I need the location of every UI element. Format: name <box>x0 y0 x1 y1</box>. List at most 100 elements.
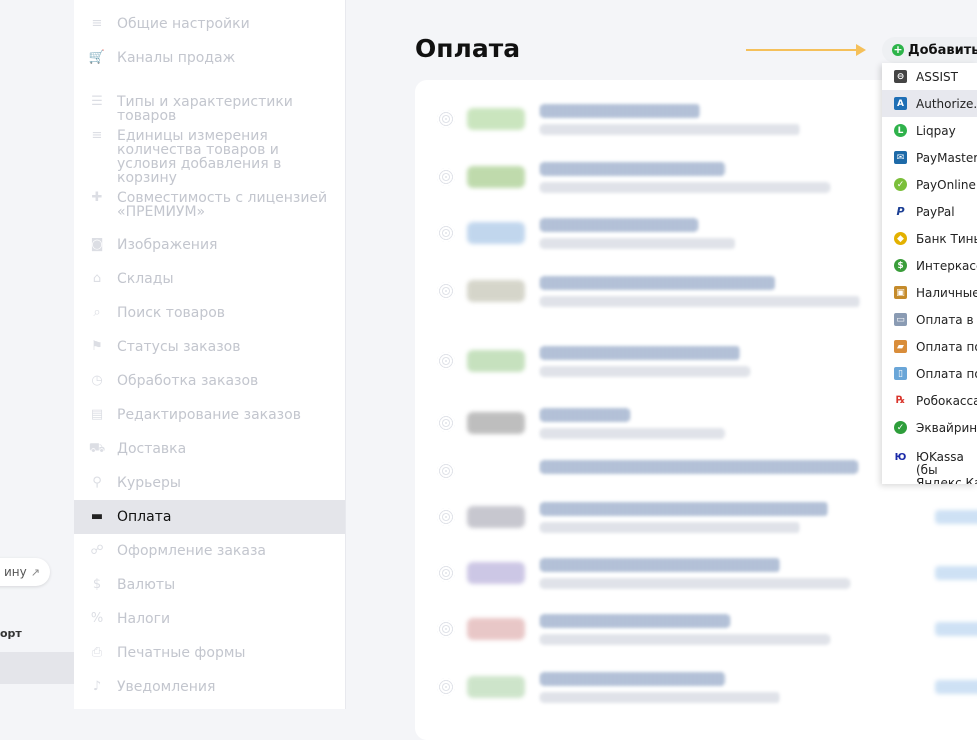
payment-description <box>540 522 800 533</box>
drag-handle-icon <box>437 414 455 432</box>
sidebar-item-premium[interactable]: ✚ Совместимость с лицензией «ПРЕМИУМ» <box>74 190 345 220</box>
dropdown-item-label: Эквайринг <box>916 420 977 435</box>
payment-status <box>935 622 977 636</box>
dropdown-item-authorize-net[interactable]: A Authorize.N <box>882 90 977 117</box>
payment-description <box>540 124 800 135</box>
plus-circle-icon: + <box>892 43 904 56</box>
payment-method-row[interactable] <box>415 554 977 594</box>
paymaster-icon: ✉ <box>894 151 907 164</box>
truck-icon: ⛟ <box>88 441 106 456</box>
payment-description <box>540 634 830 645</box>
payment-description <box>540 428 725 439</box>
drag-handle-icon <box>437 678 455 696</box>
sidebar-item-label: Каналы продаж <box>117 50 236 66</box>
sidebar-item-checkout[interactable]: ☍ Оформление заказа <box>74 543 345 559</box>
list-bullets-icon: ☰ <box>91 94 103 109</box>
sidebar-item-delivery[interactable]: ⛟ Доставка <box>74 441 345 457</box>
dropdown-item-liqpay[interactable]: L Liqpay <box>882 117 977 144</box>
sidebar-item-warehouses[interactable]: ⌂ Склады <box>74 271 345 287</box>
sidebar-item-taxes[interactable]: % Налоги <box>74 611 345 627</box>
sidebar-item-product-types[interactable]: ☰ Типы и характеристики товаров <box>74 94 345 124</box>
dropdown-item-acquiring[interactable]: ✓ Эквайринг <box>882 414 977 441</box>
dropdown-item-label: Authorize.N <box>916 96 977 111</box>
search-icon: ⌕ <box>93 305 101 320</box>
acquiring-icon: ✓ <box>894 421 907 434</box>
dropdown-item-label: Оплата по <box>916 339 977 354</box>
dropdown-item-installments[interactable]: ▭ Оплата в р <box>882 306 977 333</box>
sidebar-item-label: Типы и характеристики товаров <box>117 94 293 124</box>
dropdown-item-label: PayPal <box>916 204 955 219</box>
dropdown-item-label: ЮKassa (бы Яндекс.Кас <box>916 451 977 484</box>
payment-status <box>935 680 977 694</box>
dropdown-item-label: Интеркасса <box>916 258 977 273</box>
dropdown-item-label: Оплата в р <box>916 312 977 327</box>
authorize-net-icon: A <box>894 97 907 110</box>
sidebar-item-payment[interactable]: ▬ Оплата <box>74 500 345 534</box>
drag-handle-icon <box>437 224 455 242</box>
dropdown-item-robokassa[interactable]: ℞ Робокасса <box>882 387 977 414</box>
sidebar-item-couriers[interactable]: ⚲ Курьеры <box>74 475 345 491</box>
sidebar-item-order-statuses[interactable]: ⚑ Статусы заказов <box>74 339 345 355</box>
sidebar-item-label: Единицы измерения количества товаров и у… <box>117 128 282 186</box>
sidebar-item-label: Общие настройки <box>117 16 250 32</box>
sidebar-item-print-forms[interactable]: ⎙ Печатные формы <box>74 646 345 661</box>
walker-icon: ⚲ <box>92 475 102 490</box>
payonline-icon: ✓ <box>894 178 907 191</box>
dollar-icon: $ <box>92 577 102 592</box>
add-payment-button[interactable]: + Добавить с <box>882 37 977 63</box>
payment-logo <box>467 350 525 372</box>
sidebar-item-images[interactable]: ◙ Изображения <box>74 238 345 253</box>
cart-icon: 🛒 <box>88 50 106 65</box>
sidebar-item-order-editing[interactable]: ▤ Редактирование заказов <box>74 407 345 423</box>
add-payment-button-label: Добавить с <box>908 42 977 58</box>
store-link[interactable]: ину ↗ <box>0 558 50 586</box>
dropdown-item-paypal[interactable]: P PayPal <box>882 198 977 225</box>
sidebar-item-label: Курьеры <box>117 475 181 491</box>
payment-method-row[interactable] <box>415 610 977 650</box>
payment-method-row[interactable] <box>415 668 977 708</box>
dropdown-item-label: Робокасса <box>916 393 977 408</box>
payment-title <box>540 104 700 118</box>
sidebar-item-units[interactable]: ≡ Единицы измерения количества товаров и… <box>74 128 345 186</box>
dropdown-item-paymaster[interactable]: ✉ PayMaster <box>882 144 977 171</box>
payment-status <box>935 510 977 524</box>
payment-logo <box>467 222 525 244</box>
dropdown-item-interkassa[interactable]: $ Интеркасса <box>882 252 977 279</box>
sidebar-item-currencies[interactable]: $ Валюты <box>74 577 345 593</box>
left-active-item[interactable] <box>0 652 74 684</box>
percent-icon: % <box>90 611 104 626</box>
sidebar-item-label: Склады <box>117 271 174 287</box>
interkassa-icon: $ <box>894 259 907 272</box>
puzzle-icon: ✚ <box>91 190 103 205</box>
sidebar-item-sales-channels[interactable]: 🛒 Каналы продаж <box>74 50 345 66</box>
dropdown-item-cash[interactable]: ▣ Наличные <box>882 279 977 306</box>
payment-title <box>540 218 698 232</box>
sidebar-item-label: Оформление заказа <box>117 543 266 559</box>
payment-logo <box>467 562 525 584</box>
flag-icon: ⚑ <box>91 339 103 354</box>
sidebar-item-product-search[interactable]: ⌕ Поиск товаров <box>74 305 345 321</box>
assist-icon: ⊖ <box>894 70 907 83</box>
sidebar-item-order-processing[interactable]: ◷ Обработка заказов <box>74 373 345 389</box>
drag-handle-icon <box>437 282 455 300</box>
robokassa-icon: ℞ <box>894 394 907 407</box>
sidebar-item-notifications[interactable]: ♪ Уведомления <box>74 679 345 695</box>
sidebar-item-label: Поиск товаров <box>117 305 226 321</box>
sidebar-item-label: Обработка заказов <box>117 373 259 389</box>
list-icon: ≡ <box>91 16 103 31</box>
dropdown-item-tinkoff[interactable]: ◆ Банк Тиньк <box>882 225 977 252</box>
dropdown-item-label: Наличные <box>916 285 977 300</box>
dropdown-item-assist[interactable]: ⊖ ASSIST <box>882 63 977 90</box>
payment-logo <box>467 108 525 130</box>
sidebar-item-label: Уведомления <box>117 679 216 695</box>
invoice-icon: ▭ <box>894 313 907 326</box>
dropdown-item-yookassa[interactable]: Ю ЮKassa (бы Яндекс.Кас <box>882 447 977 484</box>
sidebar-item-general[interactable]: ≡ Общие настройки <box>74 16 345 32</box>
dropdown-item-payonline[interactable]: ✓ PayOnline <box>882 171 977 198</box>
payment-logo <box>467 166 525 188</box>
dropdown-item-invoice[interactable]: ▯ Оплата по <box>882 360 977 387</box>
payment-method-row[interactable] <box>415 498 977 538</box>
dropdown-item-bank-transfer[interactable]: ▰ Оплата по <box>882 333 977 360</box>
payment-description <box>540 366 750 377</box>
table-icon: ▤ <box>90 407 104 422</box>
